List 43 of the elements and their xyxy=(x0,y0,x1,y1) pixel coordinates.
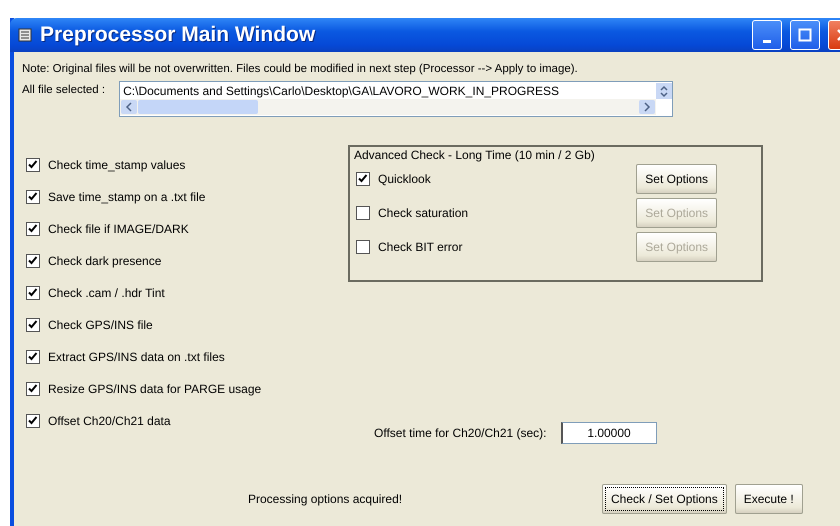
action-button[interactable]: Execute ! xyxy=(734,484,803,514)
option-label: Check GPS/INS file xyxy=(48,318,153,332)
checkbox[interactable] xyxy=(26,414,40,428)
horizontal-scrollbar[interactable] xyxy=(120,99,656,115)
checkbox[interactable] xyxy=(26,286,40,300)
minimize-button[interactable] xyxy=(752,20,782,50)
maximize-icon xyxy=(798,28,812,42)
option-label: Offset Ch20/Ch21 data xyxy=(48,414,171,428)
checkbox[interactable] xyxy=(356,240,370,254)
checkbox[interactable] xyxy=(26,382,40,396)
option-label: Check file if IMAGE/DARK xyxy=(48,222,189,236)
option-label: Quicklook xyxy=(378,172,431,186)
checkbox[interactable] xyxy=(356,172,370,186)
option-label: Check dark presence xyxy=(48,254,162,268)
app-icon xyxy=(18,28,32,42)
set-options-button[interactable]: Set Options xyxy=(636,164,717,194)
checkbox[interactable] xyxy=(26,350,40,364)
checkbox[interactable] xyxy=(26,254,40,268)
option-label: Check saturation xyxy=(378,206,468,220)
file-path: C:\Documents and Settings\Carlo\Desktop\GA\LAVORO_WORK_IN_PROGRESS xyxy=(122,84,560,98)
spin-arrows-icon[interactable] xyxy=(656,82,672,98)
offset-field[interactable]: 1.00000 xyxy=(560,422,657,444)
option-label: Extract GPS/INS data on .txt files xyxy=(48,350,225,364)
checkbox[interactable] xyxy=(26,190,40,204)
file-label: All file selected : xyxy=(22,83,106,98)
checkbox[interactable] xyxy=(26,222,40,236)
option-label: Save time_stamp on a .txt file xyxy=(48,190,206,204)
note-text: Note: Original files will be not overwritten. Files could be modified in next step (Processor --> Apply to image). xyxy=(22,63,579,75)
group-title: Advanced Check - Long Time (10 min / 2 Gb) xyxy=(354,148,596,162)
status-text: Processing options acquired! xyxy=(248,492,404,506)
checkbox[interactable] xyxy=(26,158,40,172)
option-label: Check .cam / .hdr Tint xyxy=(48,286,165,300)
option-label: Check time_stamp values xyxy=(48,158,186,172)
offset-label: Offset time for Ch20/Ch21 (sec): xyxy=(374,426,547,440)
option-label: Resize GPS/INS data for PARGE usage xyxy=(48,382,262,396)
file-list-field[interactable]: C:\Documents and Settings\Carlo\Desktop\GA\LAVORO_WORK_IN_PROGRESS xyxy=(119,81,674,117)
maximize-button[interactable] xyxy=(790,20,820,50)
option-label: Check BIT error xyxy=(378,240,462,254)
minimize-icon xyxy=(763,40,771,42)
window-title: Preprocessor Main Window xyxy=(40,23,316,47)
action-button[interactable]: Check / Set Options xyxy=(602,484,727,514)
checkbox[interactable] xyxy=(26,318,40,332)
checkbox[interactable] xyxy=(356,206,370,220)
